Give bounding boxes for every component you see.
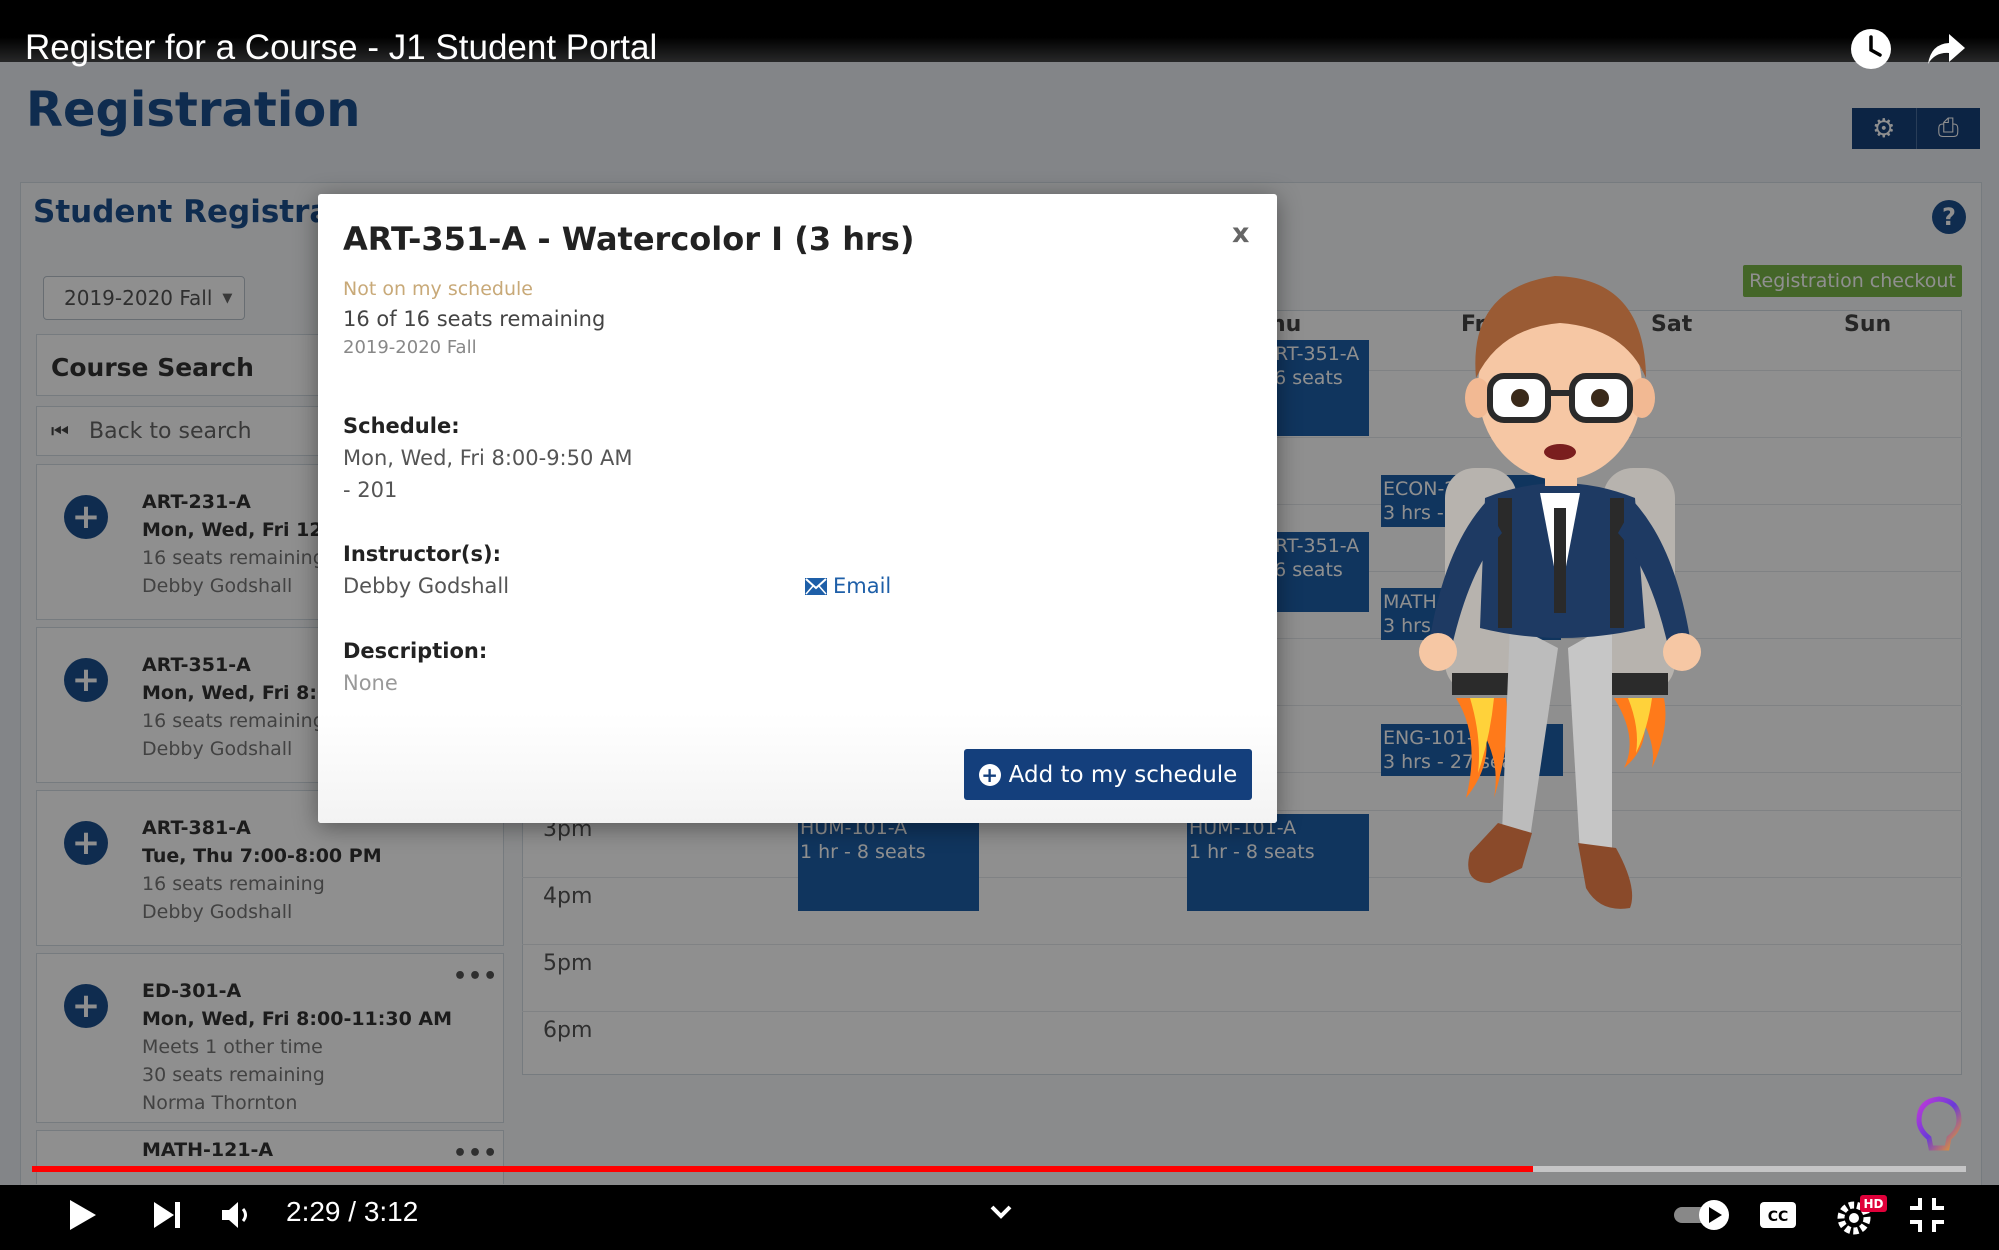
share-arrow-icon[interactable] [1925, 28, 1967, 70]
description-label: Description: [343, 639, 488, 663]
plus-circle-icon: + [978, 763, 1001, 786]
time-display: 2:29 / 3:12 [286, 1196, 419, 1227]
clock-watch-later-icon[interactable] [1850, 28, 1892, 70]
settings-gear-icon[interactable]: HD [1834, 1192, 1890, 1238]
closed-captions-icon[interactable]: CC [1755, 1192, 1801, 1238]
next-video-icon[interactable] [144, 1192, 190, 1238]
autoplay-toggle[interactable] [1670, 1192, 1734, 1238]
add-to-schedule-label: Add to my schedule [1008, 761, 1238, 788]
course-detail-modal: ART-351-A - Watercolor I (3 hrs) x Not o… [318, 194, 1277, 823]
email-label: Email [833, 574, 892, 598]
schedule-time: Mon, Wed, Fri 8:00-9:50 AM [343, 446, 633, 470]
instructor-label: Instructor(s): [343, 542, 501, 566]
lightbulb-logo-icon[interactable] [1914, 1096, 1964, 1154]
progress-played[interactable] [32, 1166, 1533, 1172]
modal-title: ART-351-A - Watercolor I (3 hrs) [343, 220, 915, 258]
instructor-name: Debby Godshall [343, 574, 510, 598]
envelope-icon [805, 577, 827, 595]
svg-text:CC: CC [1768, 1209, 1789, 1225]
hd-badge: HD [1863, 1197, 1883, 1211]
schedule-room: - 201 [343, 478, 398, 502]
schedule-label: Schedule: [343, 414, 460, 438]
close-icon[interactable]: x [1232, 218, 1249, 249]
volume-icon[interactable] [214, 1192, 260, 1238]
chevron-down-icon[interactable] [978, 1192, 1024, 1238]
seats-remaining: 16 of 16 seats remaining [343, 307, 606, 331]
play-icon[interactable] [58, 1192, 104, 1238]
jetpack-character-illustration [1419, 276, 1701, 909]
add-to-schedule-button[interactable]: + Add to my schedule [964, 749, 1252, 800]
course-term: 2019-2020 Fall [343, 337, 477, 358]
video-title[interactable]: Register for a Course - J1 Student Porta… [25, 28, 657, 68]
description-value: None [343, 671, 398, 695]
schedule-status: Not on my schedule [343, 278, 533, 300]
exit-fullscreen-icon[interactable] [1904, 1192, 1950, 1238]
email-instructor-link[interactable]: Email [805, 574, 891, 598]
